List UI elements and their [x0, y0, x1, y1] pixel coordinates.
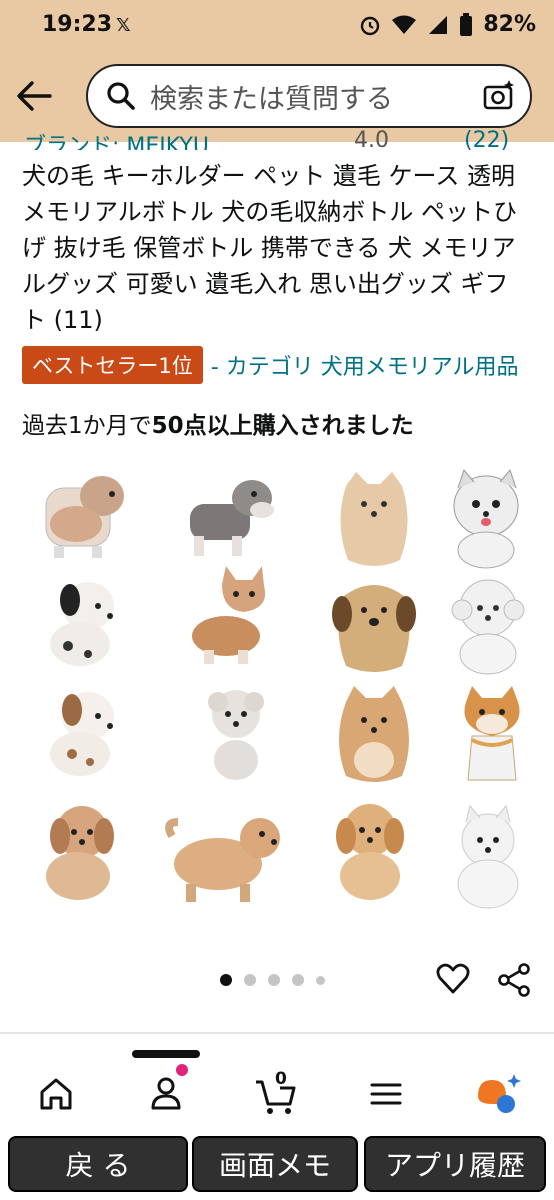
divider: [0, 1032, 554, 1034]
bestseller-badge[interactable]: ベストセラー1位: [22, 346, 203, 384]
carousel-indicator: [220, 974, 325, 986]
dog-figure-16: [438, 804, 538, 912]
category-link[interactable]: - カテゴリ 犬用メモリアル用品: [211, 349, 519, 381]
review-count[interactable]: (22): [464, 128, 509, 150]
status-icons: 82%: [359, 12, 536, 37]
status-time: 19:23 𝕏: [42, 12, 131, 37]
dog-figure-12: [442, 680, 542, 788]
carousel-dot[interactable]: [220, 974, 232, 986]
system-button-bar: 戻 る 画面メモ アプリ履歴: [0, 1130, 554, 1200]
share-icon[interactable]: [496, 962, 532, 998]
bottom-nav: 0: [0, 1056, 554, 1126]
notification-dot: [176, 1064, 188, 1076]
camera-icon[interactable]: [482, 79, 516, 113]
brand-rating-line: ブランド: MEIKYU 4.0 (22): [24, 128, 544, 150]
status-bar: 19:23 𝕏 82%: [0, 0, 554, 52]
battery-icon: [460, 12, 473, 36]
product-image[interactable]: [18, 458, 538, 928]
back-arrow-icon[interactable]: [14, 78, 54, 114]
dog-figure-4: [438, 464, 538, 572]
x-icon: 𝕏: [116, 15, 131, 36]
dog-figure-8: [438, 570, 538, 678]
cart-count: 0: [275, 1069, 287, 1089]
dog-figure-11: [324, 680, 424, 788]
signal-icon: [429, 15, 448, 34]
dog-figure-3: [324, 464, 424, 572]
home-icon: [40, 1078, 72, 1110]
brand-link[interactable]: ブランド: MEIKYU: [24, 134, 209, 150]
wifi-icon: [392, 15, 417, 34]
dog-figure-6: [182, 564, 282, 672]
search-icon: [107, 82, 135, 110]
nav-cart[interactable]: 0: [246, 1064, 306, 1120]
system-back-button[interactable]: 戻 る: [8, 1136, 188, 1192]
nav-rufus[interactable]: [470, 1064, 530, 1120]
bestseller-row: ベストセラー1位 - カテゴリ 犬用メモリアル用品: [22, 346, 554, 384]
dog-figure-14: [164, 802, 284, 910]
purchase-count: 過去1か月で50点以上購入されました: [22, 413, 414, 439]
carousel-dot[interactable]: [244, 974, 256, 986]
dog-figure-7: [324, 570, 424, 678]
screen-memo-button[interactable]: 画面メモ: [192, 1136, 358, 1192]
recent-apps-button[interactable]: アプリ履歴: [364, 1136, 546, 1192]
dog-figure-13: [28, 798, 128, 906]
carousel-dot[interactable]: [268, 974, 280, 986]
carousel-dot[interactable]: [316, 975, 325, 985]
product-title: 犬の毛 キーホルダー ペット 遺毛 ケース 透明 メモリアルボトル 犬の毛収納ボ…: [22, 162, 518, 334]
dog-figure-15: [320, 798, 420, 906]
dog-figure-1: [32, 464, 132, 572]
nav-menu[interactable]: [356, 1064, 416, 1120]
alarm-icon: [361, 16, 380, 35]
search-input[interactable]: 検索または質問する: [150, 77, 482, 116]
battery-level: 82%: [483, 12, 536, 37]
carousel-dot[interactable]: [292, 974, 304, 986]
dog-figure-5: [32, 570, 132, 678]
dog-figure-9: [32, 680, 132, 788]
dog-figure-2: [180, 464, 280, 572]
nav-home[interactable]: [26, 1064, 86, 1120]
search-bar[interactable]: 検索または質問する: [86, 64, 532, 128]
heart-icon[interactable]: [436, 962, 470, 996]
menu-icon: [370, 1083, 402, 1105]
rufus-icon: [478, 1074, 521, 1113]
rating-value: 4.0: [354, 128, 389, 150]
dog-figure-10: [188, 680, 288, 788]
